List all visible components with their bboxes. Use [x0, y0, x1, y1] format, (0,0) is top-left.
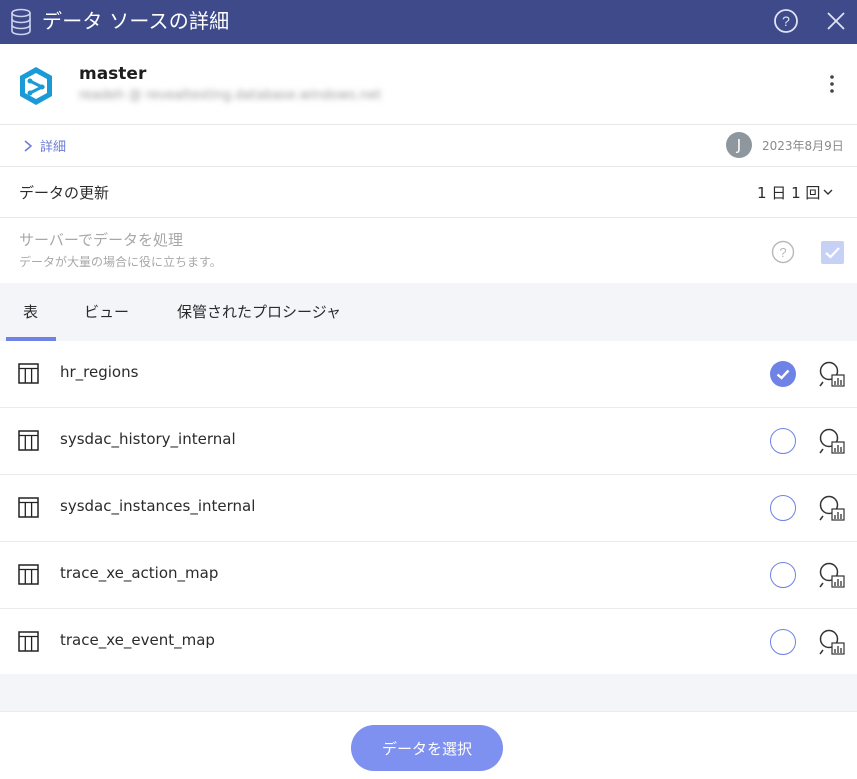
preview-data-icon[interactable]	[818, 561, 846, 589]
azure-sql-logo	[20, 67, 52, 105]
preview-data-icon[interactable]	[818, 494, 846, 522]
data-source-name: master	[79, 64, 147, 84]
dialog-header: データ ソースの詳細 ?	[0, 0, 857, 44]
chevron-right-icon[interactable]	[22, 138, 34, 154]
select-data-button[interactable]: データを選択	[351, 725, 503, 771]
close-icon[interactable]	[824, 9, 848, 33]
list-empty-area	[0, 674, 857, 711]
table-row[interactable]: hr_regions	[0, 341, 857, 408]
checkmark-icon	[825, 247, 840, 259]
table-select-toggle[interactable]	[770, 562, 796, 588]
tab-stored-procedures[interactable]: 保管されたプロシージャ	[177, 301, 341, 322]
table-icon	[18, 430, 39, 451]
details-link[interactable]: 詳細	[40, 136, 66, 155]
more-vertical-icon[interactable]	[822, 72, 842, 96]
preview-data-icon[interactable]	[818, 427, 846, 455]
object-type-tabs: 表 ビュー 保管されたプロシージャ	[0, 283, 857, 341]
table-row[interactable]: trace_xe_event_map	[0, 609, 857, 676]
table-row[interactable]: sysdac_instances_internal	[0, 475, 857, 542]
preview-data-icon[interactable]	[818, 628, 846, 656]
dialog-footer: データを選択	[0, 711, 857, 779]
help-icon[interactable]: ?	[773, 8, 799, 34]
table-select-toggle[interactable]	[770, 629, 796, 655]
chevron-down-icon[interactable]	[822, 186, 834, 198]
checkmark-icon	[776, 369, 790, 380]
table-icon	[18, 564, 39, 585]
server-processing-checkbox[interactable]	[821, 241, 844, 264]
avatar: J	[726, 132, 752, 158]
table-row[interactable]: sysdac_history_internal	[0, 408, 857, 475]
server-processing-label: サーバーでデータを処理	[19, 231, 183, 249]
table-select-toggle[interactable]	[770, 361, 796, 387]
updated-date: 2023年8月9日	[762, 139, 844, 153]
table-name: hr_regions	[60, 363, 139, 381]
server-processing-row: サーバーでデータを処理 データが大量の場合に役に立ちます。 ?	[0, 218, 857, 283]
table-icon	[18, 363, 39, 384]
dialog-title: データ ソースの詳細	[42, 9, 230, 33]
table-name: sysdac_history_internal	[60, 430, 236, 448]
database-icon	[11, 8, 31, 36]
table-name: sysdac_instances_internal	[60, 497, 256, 515]
tab-views[interactable]: ビュー	[84, 301, 129, 322]
svg-text:?: ?	[779, 245, 786, 260]
tab-tables[interactable]: 表	[23, 301, 38, 322]
table-name: trace_xe_action_map	[60, 564, 219, 582]
help-icon[interactable]: ?	[771, 240, 795, 264]
table-row[interactable]: trace_xe_action_map	[0, 542, 857, 609]
svg-text:?: ?	[782, 13, 790, 29]
details-row: 詳細 J 2023年8月9日	[0, 125, 857, 167]
table-icon	[18, 631, 39, 652]
table-icon	[18, 497, 39, 518]
data-refresh-label: データの更新	[19, 184, 110, 202]
data-refresh-row: データの更新 1 日 1 回	[0, 167, 857, 218]
preview-data-icon[interactable]	[818, 360, 846, 388]
table-select-toggle[interactable]	[770, 428, 796, 454]
refresh-frequency-select[interactable]: 1 日 1 回	[757, 182, 820, 203]
table-name: trace_xe_event_map	[60, 631, 215, 649]
data-source-host: readeh @ revealtesting.database.windows.…	[79, 88, 382, 103]
table-select-toggle[interactable]	[770, 495, 796, 521]
data-source-card: master readeh @ revealtesting.database.w…	[0, 44, 857, 125]
server-processing-description: データが大量の場合に役に立ちます。	[19, 255, 222, 269]
